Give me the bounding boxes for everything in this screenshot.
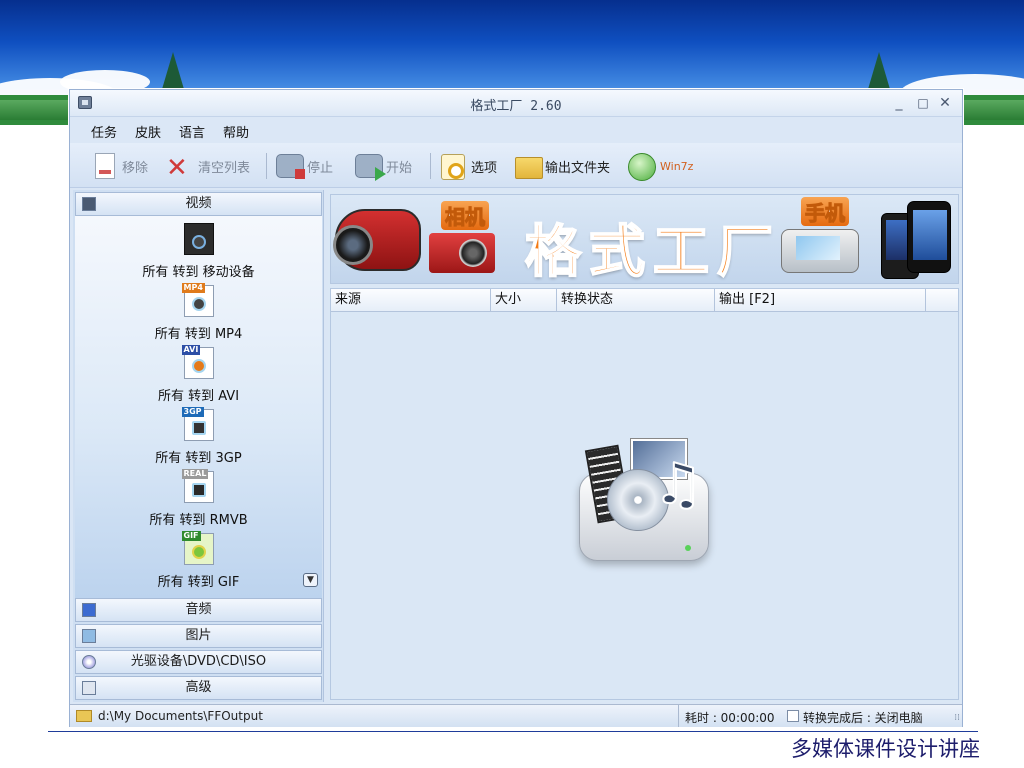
video-item-mobile[interactable]: 所有 转到 移动设备 [75,223,322,280]
camcorder-image [333,209,421,271]
win7z-button[interactable]: Win7z [628,149,693,183]
brand-title: 格式工厂 [524,219,781,284]
advanced-icon [82,681,96,695]
category-optical[interactable]: 光驱设备\DVD\CD\ISO [75,650,322,674]
video-item-gif[interactable]: GIF 所有 转到 GIF [75,531,322,590]
folder-icon [513,151,543,181]
column-source[interactable]: 来源 [331,289,491,311]
output-path-label: d:\My Documents\FFOutput [98,709,263,723]
phone-image [781,229,859,273]
mp4-file-icon: MP4 [181,283,214,317]
status-bar: d:\My Documents\FFOutput 耗时 : 00:00:00 转… [70,704,962,727]
picture-icon [82,629,96,643]
video-item-3gp[interactable]: 3GP 所有 转到 3GP [75,407,322,466]
format-factory-window: 格式工厂 2.60 _ □ ✕ 任务 皮肤 语言 帮助 移除 ✕ 清空列表 停止… [69,89,963,727]
menu-help[interactable]: 帮助 [223,122,249,141]
footer-divider [48,731,978,732]
phone-label: 手机 [801,197,849,226]
output-folder-label: 输出文件夹 [545,160,611,176]
task-table-header: 来源 大小 转换状态 输出 [F2] [331,289,958,312]
remove-button[interactable]: 移除 [90,149,148,183]
remove-icon [90,151,118,181]
output-path[interactable]: d:\My Documents\FFOutput [76,709,263,723]
3gp-file-icon: 3GP [181,407,214,441]
status-right: 耗时 : 00:00:00 转换完成后 : 关闭电脑 ⁞⁞ [678,705,964,727]
start-button[interactable]: 开始 [354,149,412,183]
menu-skin[interactable]: 皮肤 [135,122,161,141]
stop-icon [275,151,305,181]
stop-label: 停止 [307,160,334,176]
camera-image [429,233,495,273]
options-button[interactable]: 选项 [439,149,497,183]
shutdown-checkbox[interactable] [787,710,799,722]
toolbar-separator [430,153,431,179]
video-item-mp4[interactable]: MP4 所有 转到 MP4 [75,283,322,342]
toolbar: 移除 ✕ 清空列表 停止 开始 选项 输出文件夹 Win7z [70,143,962,188]
options-label: 选项 [471,160,498,176]
video-item-label: 所有 转到 GIF [157,575,240,590]
video-item-label: 所有 转到 MP4 [154,327,243,342]
brand-banner: 相机 格式工厂 手机 [330,194,959,284]
stop-button[interactable]: 停止 [275,149,333,183]
video-conversion-list: 所有 转到 移动设备 MP4 所有 转到 MP4 AVI 所有 转到 AVI 3… [75,216,322,598]
format-factory-logo: ♫ [571,439,719,563]
toolbar-separator [266,153,267,179]
mobile-device-icon [183,223,214,255]
video-item-label: 所有 转到 3GP [155,451,242,466]
folder-icon [76,710,92,722]
column-status[interactable]: 转换状态 [557,289,715,311]
video-item-rmvb[interactable]: REAL 所有 转到 RMVB [75,469,322,528]
minimize-button[interactable]: _ [888,93,910,113]
close-button[interactable]: ✕ [934,93,956,113]
video-item-label: 所有 转到 移动设备 [142,265,255,280]
menu-language[interactable]: 语言 [179,122,205,141]
slide-footer: 多媒体课件设计讲座 [791,737,980,761]
video-icon [82,197,96,211]
camera-label: 相机 [441,201,489,230]
category-audio-label: 音频 [185,602,212,617]
video-item-label: 所有 转到 AVI [157,389,240,404]
category-picture[interactable]: 图片 [75,624,322,648]
menu-bar: 任务 皮肤 语言 帮助 [70,117,962,143]
clear-list-button[interactable]: ✕ 清空列表 [166,149,250,183]
video-item-label: 所有 转到 RMVB [149,513,248,528]
category-picture-label: 图片 [185,628,212,643]
conversion-sidebar: 视频 所有 转到 移动设备 MP4 所有 转到 MP4 AVI 所有 转到 AV… [73,190,324,702]
resize-grip-icon[interactable]: ⁞⁞ [954,713,960,723]
video-item-avi[interactable]: AVI 所有 转到 AVI [75,345,322,404]
clear-list-icon: ✕ [166,153,188,183]
after-convert-label: 转换完成后 : 关闭电脑 [803,711,923,725]
title-bar[interactable]: 格式工厂 2.60 _ □ ✕ [70,90,962,117]
music-note-icon [82,603,96,617]
category-video-label: 视频 [185,196,212,211]
category-audio[interactable]: 音频 [75,598,322,622]
scroll-down-button[interactable]: ▼ [303,573,318,587]
main-panel: 相机 格式工厂 手机 来源 大小 转换状态 输出 [F2] ♫ [328,190,961,702]
category-advanced[interactable]: 高级 [75,676,322,700]
task-table[interactable]: 来源 大小 转换状态 输出 [F2] ♫ [330,288,959,700]
avi-file-icon: AVI [181,345,214,379]
rmvb-file-icon: REAL [181,469,214,503]
remove-label: 移除 [122,160,149,176]
disc-icon [82,655,96,669]
category-advanced-label: 高级 [185,680,212,695]
clear-list-label: 清空列表 [198,160,251,176]
gear-icon [439,151,467,181]
start-label: 开始 [386,160,413,176]
category-optical-label: 光驱设备\DVD\CD\ISO [130,654,267,669]
menu-task[interactable]: 任务 [91,122,117,141]
phone-image [907,201,951,273]
globe-icon [628,151,656,181]
column-size[interactable]: 大小 [491,289,557,311]
category-video[interactable]: 视频 [75,192,322,216]
maximize-button[interactable]: □ [912,93,934,113]
output-folder-button[interactable]: 输出文件夹 [513,149,610,183]
column-output[interactable]: 输出 [F2] [715,289,926,311]
start-icon [354,151,386,181]
win7z-label: Win7z [660,159,694,173]
window-title: 格式工厂 2.60 [470,99,562,114]
gif-file-icon: GIF [181,531,214,565]
elapsed-time: 耗时 : 00:00:00 [685,711,775,725]
